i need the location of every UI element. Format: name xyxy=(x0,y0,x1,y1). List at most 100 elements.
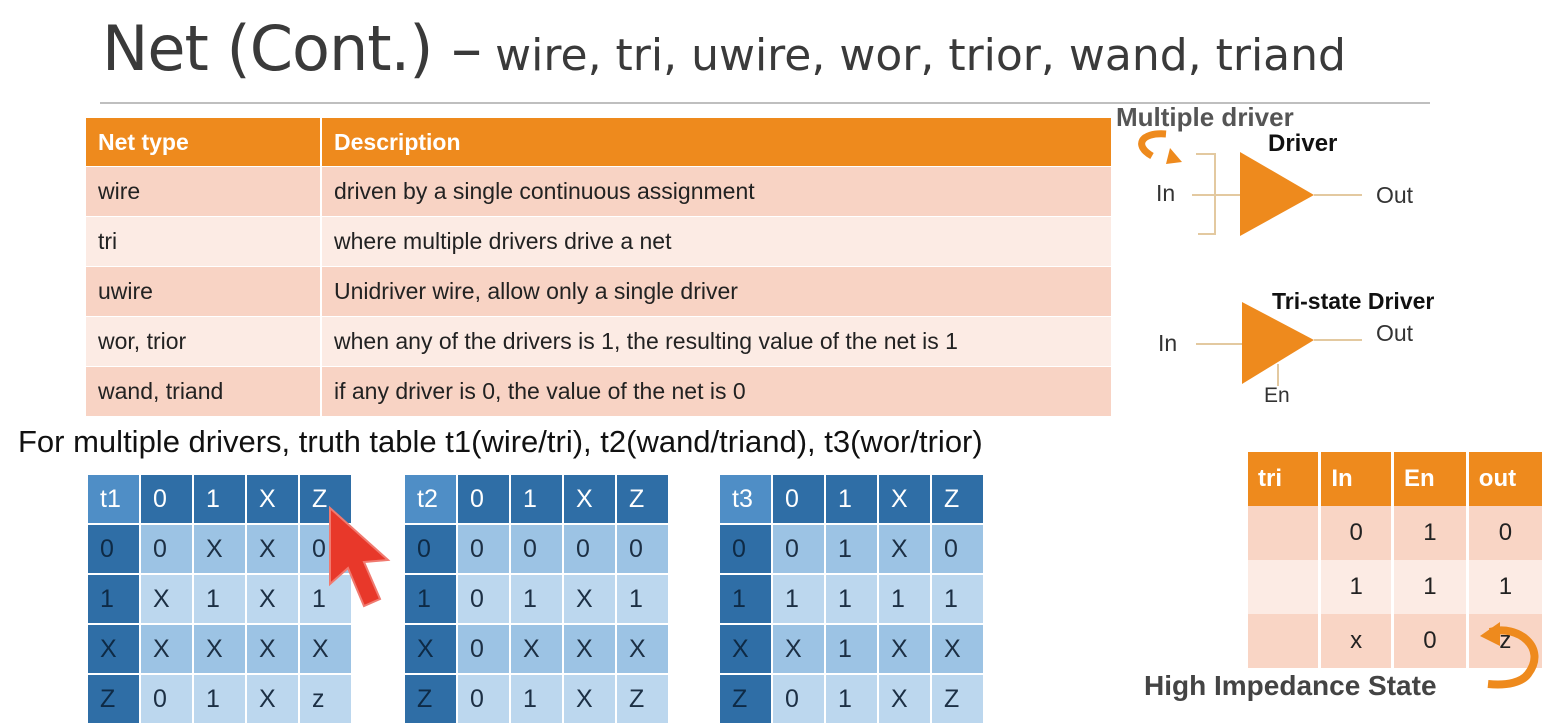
truth-cell: 0 xyxy=(456,673,511,725)
high-impedance-label: High Impedance State xyxy=(1144,670,1437,701)
curved-arrow-icon xyxy=(1138,130,1167,160)
net-type-table: Net type Description wire driven by a si… xyxy=(86,118,1113,416)
truth-cell: X xyxy=(245,623,300,675)
column-header: 0 xyxy=(139,473,194,525)
truth-cell: 0 xyxy=(562,523,617,575)
net-type-cell: wand, triand xyxy=(86,366,322,416)
column-header: 1 xyxy=(509,473,564,525)
truth-cell: X xyxy=(615,623,670,675)
truth-table-name: t3 xyxy=(718,473,773,525)
table-row: Z01XZ xyxy=(718,673,985,725)
row-header: Z xyxy=(86,673,141,725)
description-cell: driven by a single continuous assignment xyxy=(321,166,1113,217)
table-row: wand, triand if any driver is 0, the val… xyxy=(86,366,1113,416)
truth-cell: 1 xyxy=(615,573,670,625)
arrow-head-icon xyxy=(1166,148,1182,164)
table-row: wire driven by a single continuous assig… xyxy=(86,166,1113,217)
truth-cell: 0 xyxy=(139,673,194,725)
net-type-cell: tri xyxy=(86,216,322,267)
tristate-en-label: En xyxy=(1264,384,1290,407)
tri-cell xyxy=(1248,614,1322,668)
truth-cell: X xyxy=(562,673,617,725)
column-header: 0 xyxy=(456,473,511,525)
mouse-cursor-icon xyxy=(329,506,391,608)
tristate-out-label: Out xyxy=(1376,320,1414,346)
truth-cell: 0 xyxy=(456,523,511,575)
truth-cell: 1 xyxy=(877,573,932,625)
truth-table-caption: For multiple drivers, truth table t1(wir… xyxy=(18,424,983,459)
description-cell: where multiple drivers drive a net xyxy=(321,216,1113,267)
tri-cell xyxy=(1248,560,1322,614)
tri-cell: 0 xyxy=(1319,506,1395,560)
truth-cell: 0 xyxy=(930,523,985,575)
truth-table: t2 0 1 X Z 0 0 0 0 0 1 0 1 X 1 X 0 X X X Z 0 1 X Z xyxy=(403,473,670,725)
table-row: tri where multiple drivers drive a net xyxy=(86,216,1113,267)
driver-in-label: In xyxy=(1156,180,1176,206)
row-header: 0 xyxy=(718,523,773,575)
net-type-cell: wor, trior xyxy=(86,316,322,367)
page-title: Net (Cont.) – wire, tri, uwire, wor, trio… xyxy=(102,12,1346,85)
truth-cell: X xyxy=(930,623,985,675)
table-row: Z01XZ xyxy=(403,673,670,725)
column-header: Z xyxy=(930,473,985,525)
description-cell: Unidriver wire, allow only a single driv… xyxy=(321,266,1113,317)
row-header: X xyxy=(86,623,141,675)
truth-table-header: t3 0 1 X Z xyxy=(718,473,985,525)
tri-cell: 1 xyxy=(1319,560,1395,614)
truth-cell: 1 xyxy=(771,573,826,625)
column-header: 1 xyxy=(192,473,247,525)
truth-cell: 1 xyxy=(930,573,985,625)
truth-cell: X xyxy=(877,673,932,725)
truth-cell: X xyxy=(877,623,932,675)
truth-cell: 1 xyxy=(824,573,879,625)
row-header: 1 xyxy=(718,573,773,625)
truth-table-name: t1 xyxy=(86,473,141,525)
net-table-header: Net type Description xyxy=(86,118,1113,167)
tristate-in-label: In xyxy=(1158,330,1178,356)
table-row: 00XX0 xyxy=(86,523,353,575)
truth-cell: 0 xyxy=(139,523,194,575)
row-header: Z xyxy=(403,673,458,725)
truth-cell: X xyxy=(562,573,617,625)
header-description: Description xyxy=(321,118,1113,167)
truth-cell: X xyxy=(245,673,300,725)
buffer-triangle-icon xyxy=(1240,152,1314,236)
column-header: X xyxy=(877,473,932,525)
table-row: 1 1 1 xyxy=(1248,560,1545,614)
truth-cell: X xyxy=(562,623,617,675)
truth-table-header: t2 0 1 X Z xyxy=(403,473,670,525)
description-cell: if any driver is 0, the value of the net… xyxy=(321,366,1113,416)
tri-cell: x xyxy=(1319,614,1395,668)
table-row: Z01Xz xyxy=(86,673,353,725)
row-header: Z xyxy=(718,673,773,725)
truth-cell: X xyxy=(139,623,194,675)
tri-cell xyxy=(1248,506,1322,560)
tri-cell: 1 xyxy=(1392,560,1469,614)
truth-cell: Z xyxy=(615,673,670,725)
row-header: X xyxy=(403,623,458,675)
truth-cell: X xyxy=(509,623,564,675)
table-row: 00000 xyxy=(403,523,670,575)
net-type-cell: uwire xyxy=(86,266,322,317)
truth-cell: 0 xyxy=(771,673,826,725)
tri-header-cell: En xyxy=(1392,452,1469,506)
row-header: 0 xyxy=(86,523,141,575)
truth-table-t3: t3 0 1 X Z 0 0 1 X 0 1 1 1 1 1 X X 1 X X Z 0 1 X Z xyxy=(718,473,985,725)
truth-table-t2: t2 0 1 X Z 0 0 0 0 0 1 0 1 X 1 X 0 X X X Z 0 1 X Z xyxy=(403,473,670,725)
truth-table: t3 0 1 X Z 0 0 1 X 0 1 1 1 1 1 X X 1 X X Z 0 1 X Z xyxy=(718,473,985,725)
truth-table-t1: t1 0 1 X Z 0 0 X X 0 1 X 1 X 1 X X X X X Z 0 1 Xz xyxy=(86,473,353,725)
column-header: Z xyxy=(615,473,670,525)
truth-cell: z xyxy=(298,673,353,725)
truth-cell: X xyxy=(245,573,300,625)
table-row: 0 1 0 xyxy=(1248,506,1545,560)
truth-table-header: t1 0 1 X Z xyxy=(86,473,353,525)
title-subtitle: wire, tri, uwire, wor, trior, wand, tria… xyxy=(495,30,1346,81)
truth-cell: 1 xyxy=(192,573,247,625)
truth-cell: 0 xyxy=(456,623,511,675)
truth-cell: Z xyxy=(930,673,985,725)
driver-out-label: Out xyxy=(1376,182,1414,208)
driver-symbols xyxy=(1138,130,1362,386)
driver-diagram: Multiple driver Driver In Out Tri-state … xyxy=(1100,100,1540,430)
table-row: XX1XX xyxy=(718,623,985,675)
row-header: 1 xyxy=(86,573,141,625)
